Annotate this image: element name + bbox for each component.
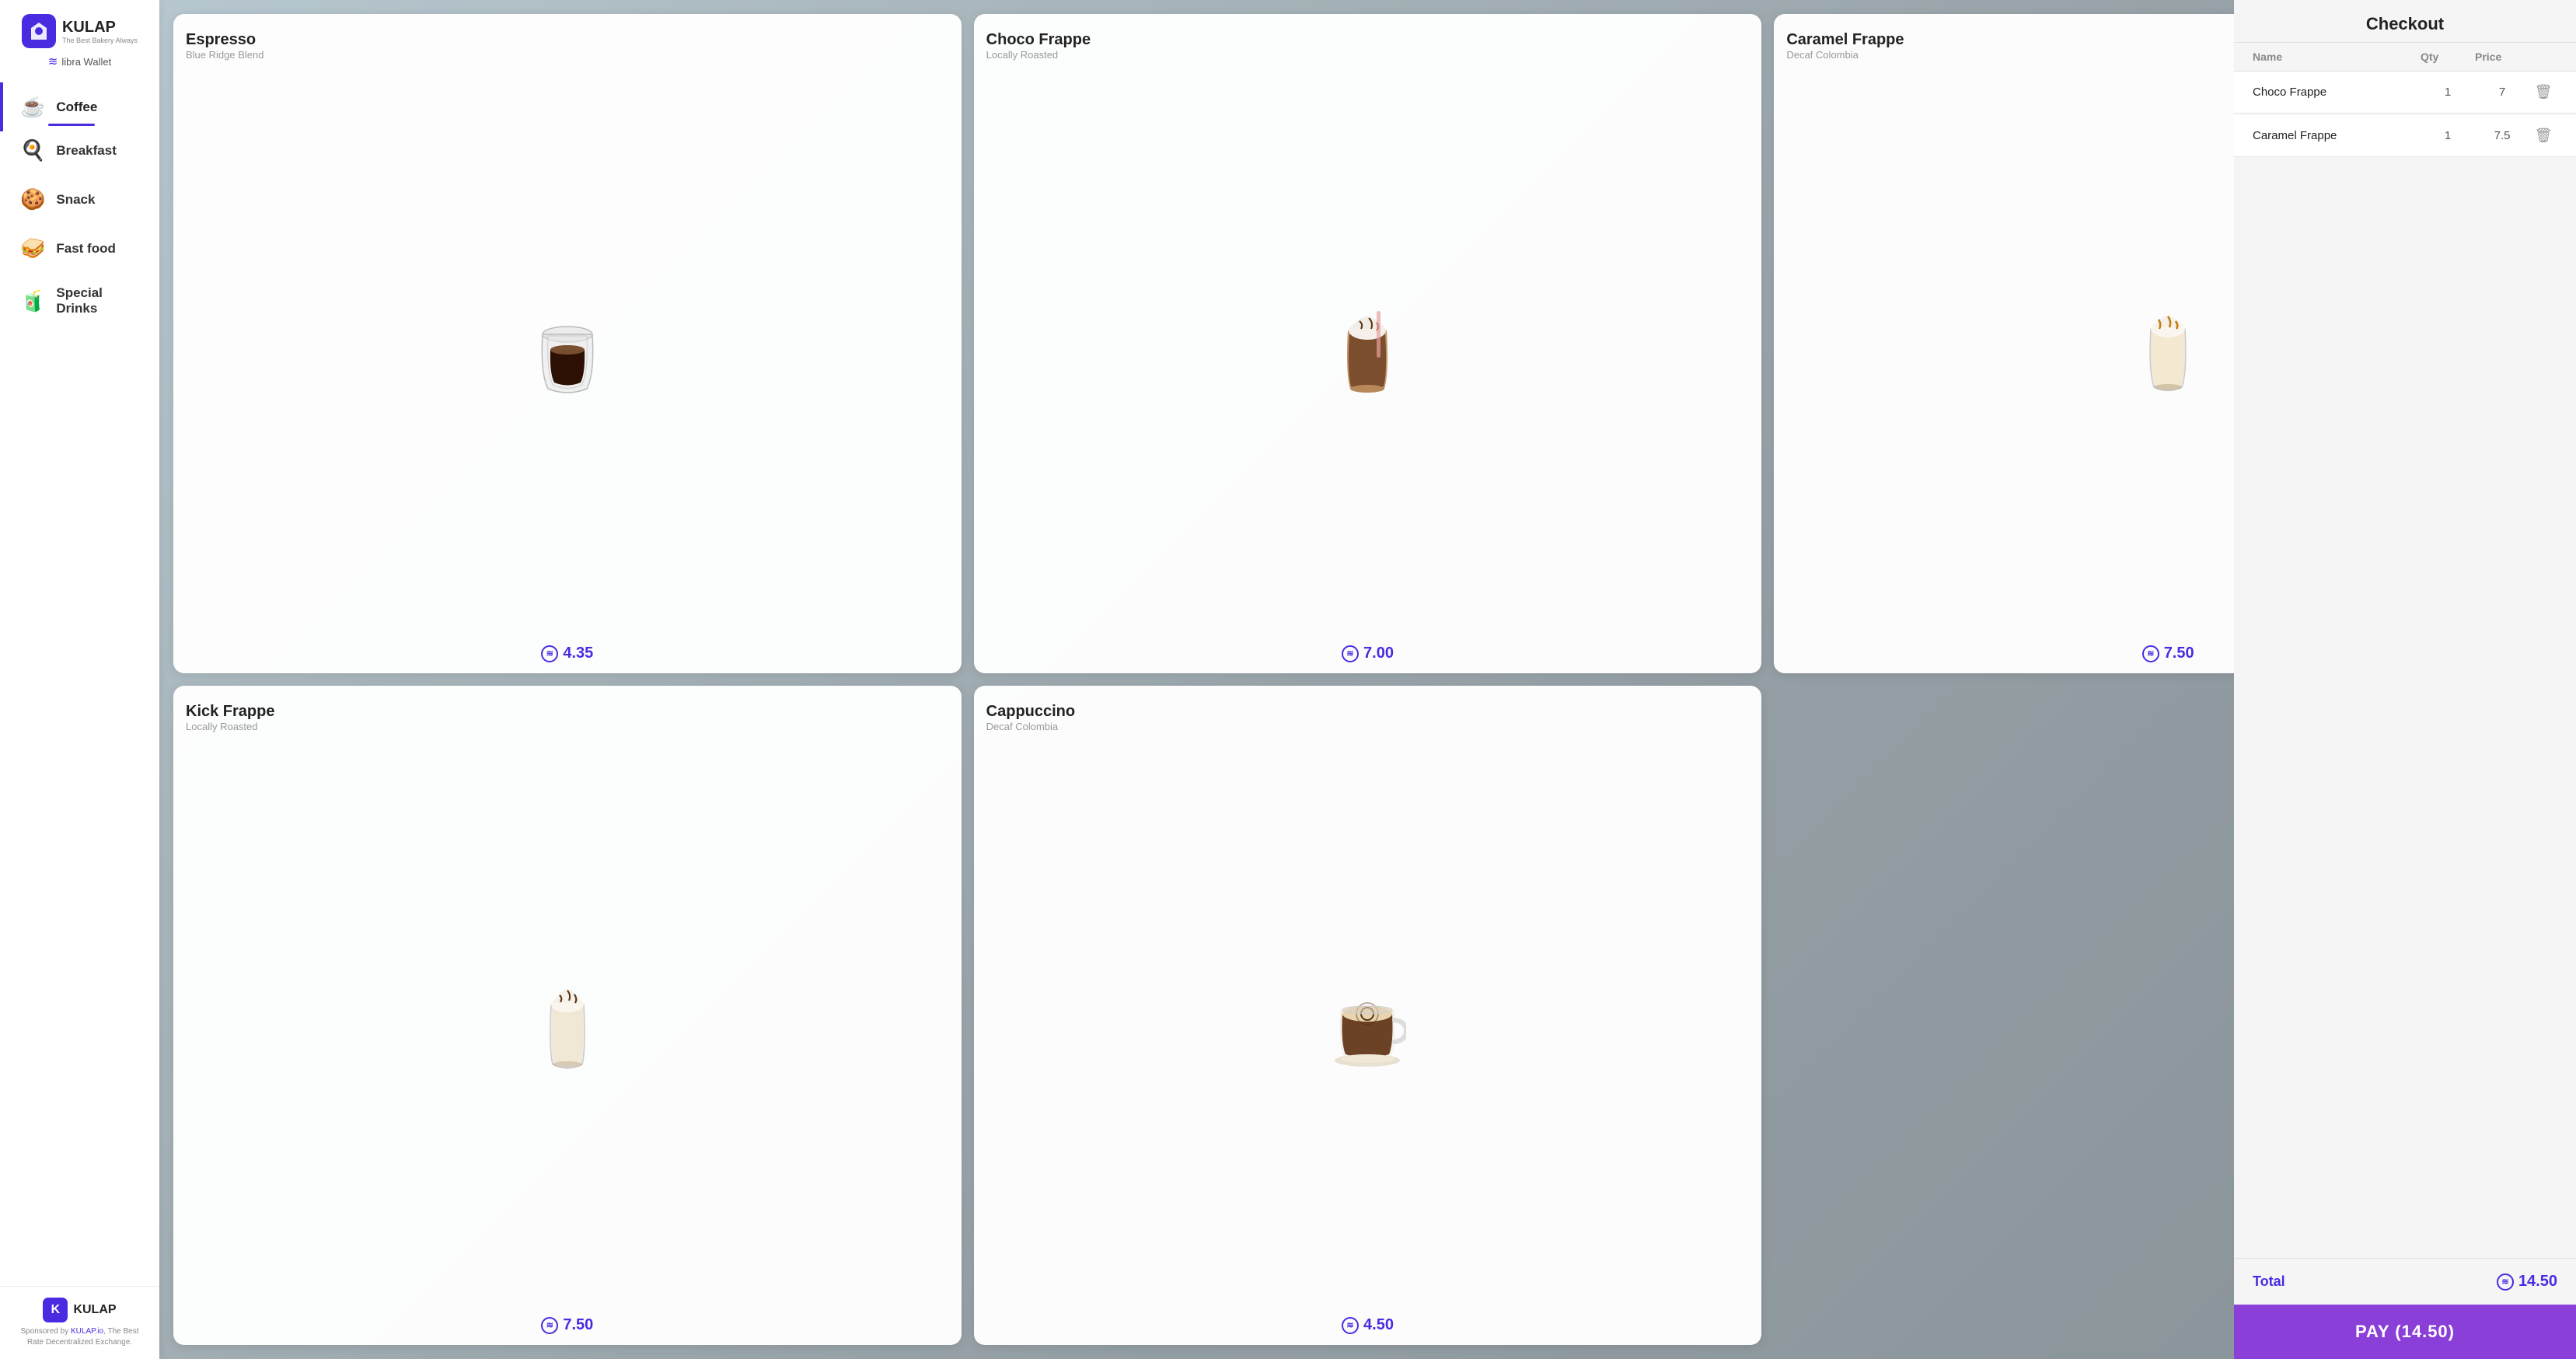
checkout-items-list: Choco Frappe 1 7 🗑 Caramel Frappe 1 7.5 … [2234, 72, 2576, 665]
delete-choco-frappe-button[interactable]: 🗑 [2529, 84, 2557, 100]
total-value: 14.50 [2518, 1273, 2557, 1291]
product-price-cappuccino: ≋ 4.50 [1342, 1316, 1394, 1334]
checkout-total-row: Total ≋ 14.50 [2234, 1258, 2576, 1305]
main-area: Espresso Blue Ridge Blend ≋ 4 [159, 0, 2576, 1359]
checkout-item-choco-frappe: Choco Frappe 1 7 🗑 [2234, 72, 2576, 114]
sidebar-label-snack: Snack [56, 192, 95, 208]
product-card-espresso[interactable]: Espresso Blue Ridge Blend ≋ 4 [173, 14, 962, 673]
product-card-kick-frappe[interactable]: Kick Frappe Locally Roasted [173, 686, 962, 1345]
logo-area: KULAP The Best Bakery Always [22, 14, 138, 48]
cappuccino-svg [1328, 983, 1406, 1068]
logo-text: KULAP The Best Bakery Always [62, 19, 138, 44]
product-image-choco-frappe [986, 68, 1750, 638]
caramel-frappe-svg [2137, 307, 2199, 400]
libra-icon-kick-frappe: ≋ [541, 1317, 558, 1334]
product-price-caramel-frappe: ≋ 7.50 [2142, 645, 2194, 662]
item-qty-caramel-frappe: 1 [2421, 129, 2475, 142]
footer-kulap-name: KULAP [73, 1303, 116, 1317]
libra-icon: ≋ [48, 54, 58, 68]
sidebar: KULAP The Best Bakery Always ≋ libra Wal… [0, 0, 159, 1359]
price-value-cappuccino: 4.50 [1363, 1316, 1394, 1334]
price-value-espresso: 4.35 [563, 645, 593, 662]
product-price-espresso: ≋ 4.35 [541, 645, 593, 662]
sidebar-label-special-drinks: Special Drinks [56, 285, 142, 316]
sidebar-item-snack[interactable]: 🍪 Snack [0, 175, 159, 224]
product-name-espresso: Espresso [186, 31, 256, 49]
product-card-cappuccino[interactable]: Cappuccino Decaf Colombia [974, 686, 1762, 1345]
sponsored-text: Sponsored by [21, 1327, 72, 1336]
product-subtitle-kick-frappe: Locally Roasted [186, 721, 258, 732]
libra-icon-choco-frappe: ≋ [1342, 645, 1359, 662]
snack-icon: 🍪 [20, 187, 45, 211]
sidebar-item-fast-food[interactable]: 🥪 Fast food [0, 224, 159, 273]
item-price-caramel-frappe: 7.5 [2475, 129, 2529, 142]
checkout-table-header: Name Qty Price [2234, 43, 2576, 72]
col-qty: Qty [2421, 51, 2475, 63]
total-amount: ≋ 14.50 [2497, 1273, 2557, 1291]
sidebar-label-fast-food: Fast food [56, 241, 116, 257]
breakfast-icon: 🍳 [20, 138, 45, 162]
product-name-cappuccino: Cappuccino [986, 703, 1075, 721]
item-name-choco-frappe: Choco Frappe [2253, 86, 2421, 99]
sidebar-footer: K KULAP Sponsored by KULAP.io, The Best … [0, 1286, 159, 1348]
item-price-choco-frappe: 7 [2475, 86, 2529, 99]
choco-frappe-svg [1336, 307, 1398, 400]
fast-food-icon: 🥪 [20, 236, 45, 260]
sidebar-item-breakfast[interactable]: 🍳 Breakfast [0, 126, 159, 175]
product-card-choco-frappe[interactable]: Choco Frappe Locally Roasted [974, 14, 1762, 673]
product-price-choco-frappe: ≋ 7.00 [1342, 645, 1394, 662]
product-price-kick-frappe: ≋ 7.50 [541, 1316, 593, 1334]
total-label: Total [2253, 1273, 2285, 1290]
checkout-title: Checkout [2234, 0, 2576, 43]
product-name-kick-frappe: Kick Frappe [186, 703, 274, 721]
footer-kulap: K KULAP [43, 1298, 116, 1322]
sidebar-label-breakfast: Breakfast [56, 143, 117, 159]
col-price: Price [2475, 51, 2529, 63]
col-name: Name [2253, 51, 2421, 63]
product-image-espresso [186, 68, 949, 638]
checkout-panel: Checkout Name Qty Price Choco Frappe 1 7… [2234, 0, 2576, 1359]
sidebar-label-coffee: Coffee [56, 100, 97, 115]
wallet-area: ≋ libra Wallet [48, 54, 111, 68]
logo-icon [22, 14, 56, 48]
product-name-caramel-frappe: Caramel Frappe [1786, 31, 1904, 49]
product-subtitle-espresso: Blue Ridge Blend [186, 49, 264, 61]
app-tagline: The Best Bakery Always [62, 37, 138, 44]
sidebar-item-special-drinks[interactable]: 🧃 Special Drinks [0, 273, 159, 329]
price-value-caramel-frappe: 7.50 [2164, 645, 2194, 662]
price-value-choco-frappe: 7.00 [1363, 645, 1394, 662]
delete-caramel-frappe-button[interactable]: 🗑 [2529, 128, 2557, 144]
product-image-kick-frappe [186, 740, 949, 1310]
kick-frappe-svg [540, 975, 595, 1076]
footer-kulap-icon: K [43, 1298, 68, 1322]
checkout-empty-space [2234, 665, 2576, 1258]
libra-icon-total: ≋ [2497, 1273, 2514, 1291]
app-name: KULAP [62, 19, 138, 37]
product-subtitle-cappuccino: Decaf Colombia [986, 721, 1059, 732]
special-drinks-icon: 🧃 [20, 289, 45, 313]
pay-button[interactable]: PAY (14.50) [2234, 1305, 2576, 1359]
price-value-kick-frappe: 7.50 [563, 1316, 593, 1334]
libra-icon-cappuccino: ≋ [1342, 1317, 1359, 1334]
product-subtitle-caramel-frappe: Decaf Colombia [1786, 49, 1859, 61]
coffee-icon: ☕ [20, 95, 45, 119]
product-grid: Espresso Blue Ridge Blend ≋ 4 [159, 0, 2576, 1359]
product-subtitle-choco-frappe: Locally Roasted [986, 49, 1059, 61]
product-name-choco-frappe: Choco Frappe [986, 31, 1091, 49]
col-action [2529, 51, 2557, 63]
item-qty-choco-frappe: 1 [2421, 86, 2475, 99]
checkout-item-caramel-frappe: Caramel Frappe 1 7.5 🗑 [2234, 115, 2576, 157]
libra-icon-espresso: ≋ [541, 645, 558, 662]
footer-sponsored: Sponsored by KULAP.io, The Best Rate Dec… [12, 1326, 147, 1348]
item-name-caramel-frappe: Caramel Frappe [2253, 129, 2421, 142]
wallet-label: libra Wallet [61, 56, 111, 68]
espresso-svg [532, 311, 602, 397]
libra-icon-caramel-frappe: ≋ [2142, 645, 2159, 662]
sponsored-link[interactable]: KULAP.io [71, 1327, 103, 1336]
product-image-cappuccino [986, 740, 1750, 1310]
sidebar-nav: ☕ Coffee 🍳 Breakfast 🍪 Snack 🥪 Fast food… [0, 82, 159, 1280]
